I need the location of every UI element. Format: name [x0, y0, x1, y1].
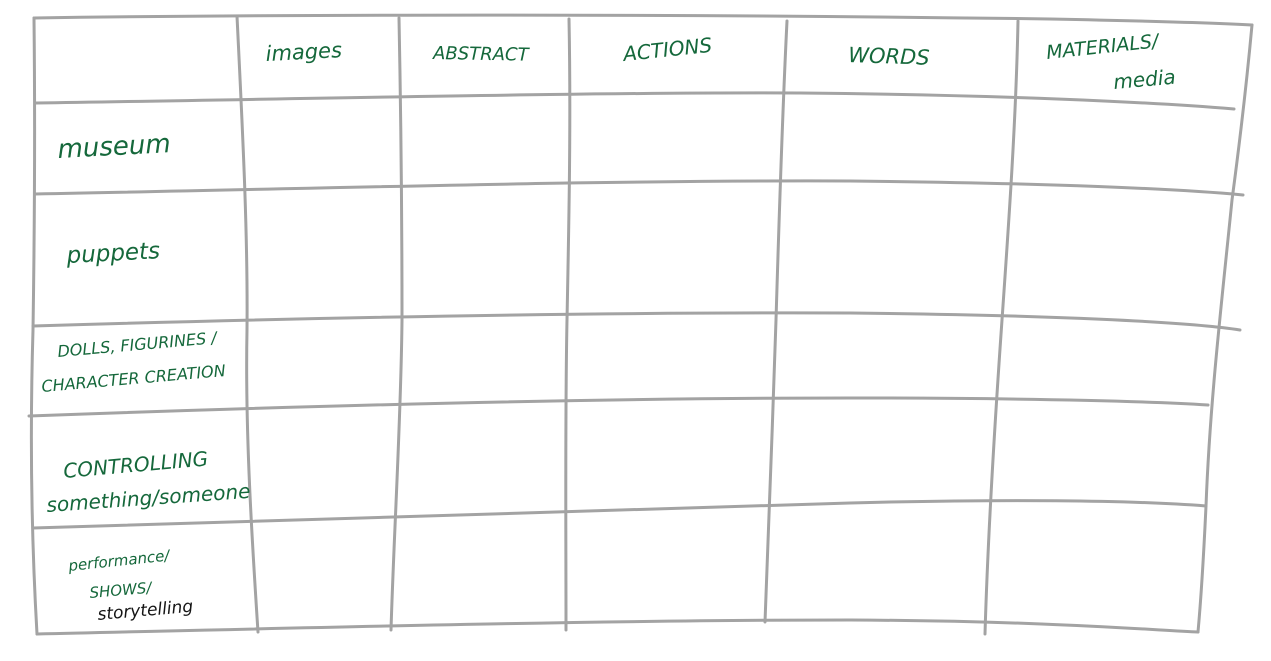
- grid-line-col-2: [389, 16, 404, 632]
- row-label-puppets: puppets: [65, 238, 161, 269]
- col-header-materials-line-2: media: [1112, 65, 1176, 94]
- grid-line-top: [32, 13, 1254, 27]
- grid-line-row-3-bottom: [27, 396, 1210, 418]
- grid-line-col-3: [564, 17, 572, 632]
- row-label-museum: museum: [57, 129, 172, 165]
- grid-line-row-1-bottom: [33, 179, 1245, 197]
- row-labels: museum puppets DOLLS, FIGURINES / CHARAC…: [41, 129, 251, 625]
- row-label-performance-line-1: performance/: [67, 546, 173, 575]
- row-label-dolls-line-1: DOLLS, FIGURINES /: [57, 328, 219, 361]
- grid-line-col-5: [983, 19, 1020, 636]
- col-header-abstract: ABSTRACT: [432, 43, 531, 66]
- col-header-actions: ACTIONS: [620, 33, 713, 66]
- grid-line-bottom: [35, 618, 1200, 636]
- row-label-controlling-line-2: something/someone: [46, 479, 251, 517]
- col-header-images: images: [265, 38, 343, 66]
- col-header-words: WORDS: [848, 43, 930, 70]
- grid-lines: [27, 13, 1254, 636]
- row-label-controlling-line-1: CONTROLLING: [62, 446, 209, 483]
- column-headers: images ABSTRACT ACTIONS WORDS MATERIALS/…: [265, 30, 1176, 94]
- sketch-grid: images ABSTRACT ACTIONS WORDS MATERIALS/…: [27, 13, 1254, 636]
- grid-line-header-bottom: [34, 91, 1236, 111]
- row-label-dolls-line-2: CHARACTER CREATION: [41, 361, 227, 396]
- grid-line-col-4: [763, 19, 789, 624]
- grid-line-col-1: [235, 14, 260, 634]
- row-label-performance-line-3: storytelling: [97, 597, 194, 625]
- row-label-performance-line-2: SHOWS/: [89, 578, 154, 602]
- col-header-materials-line-1: MATERIALS/: [1045, 30, 1162, 64]
